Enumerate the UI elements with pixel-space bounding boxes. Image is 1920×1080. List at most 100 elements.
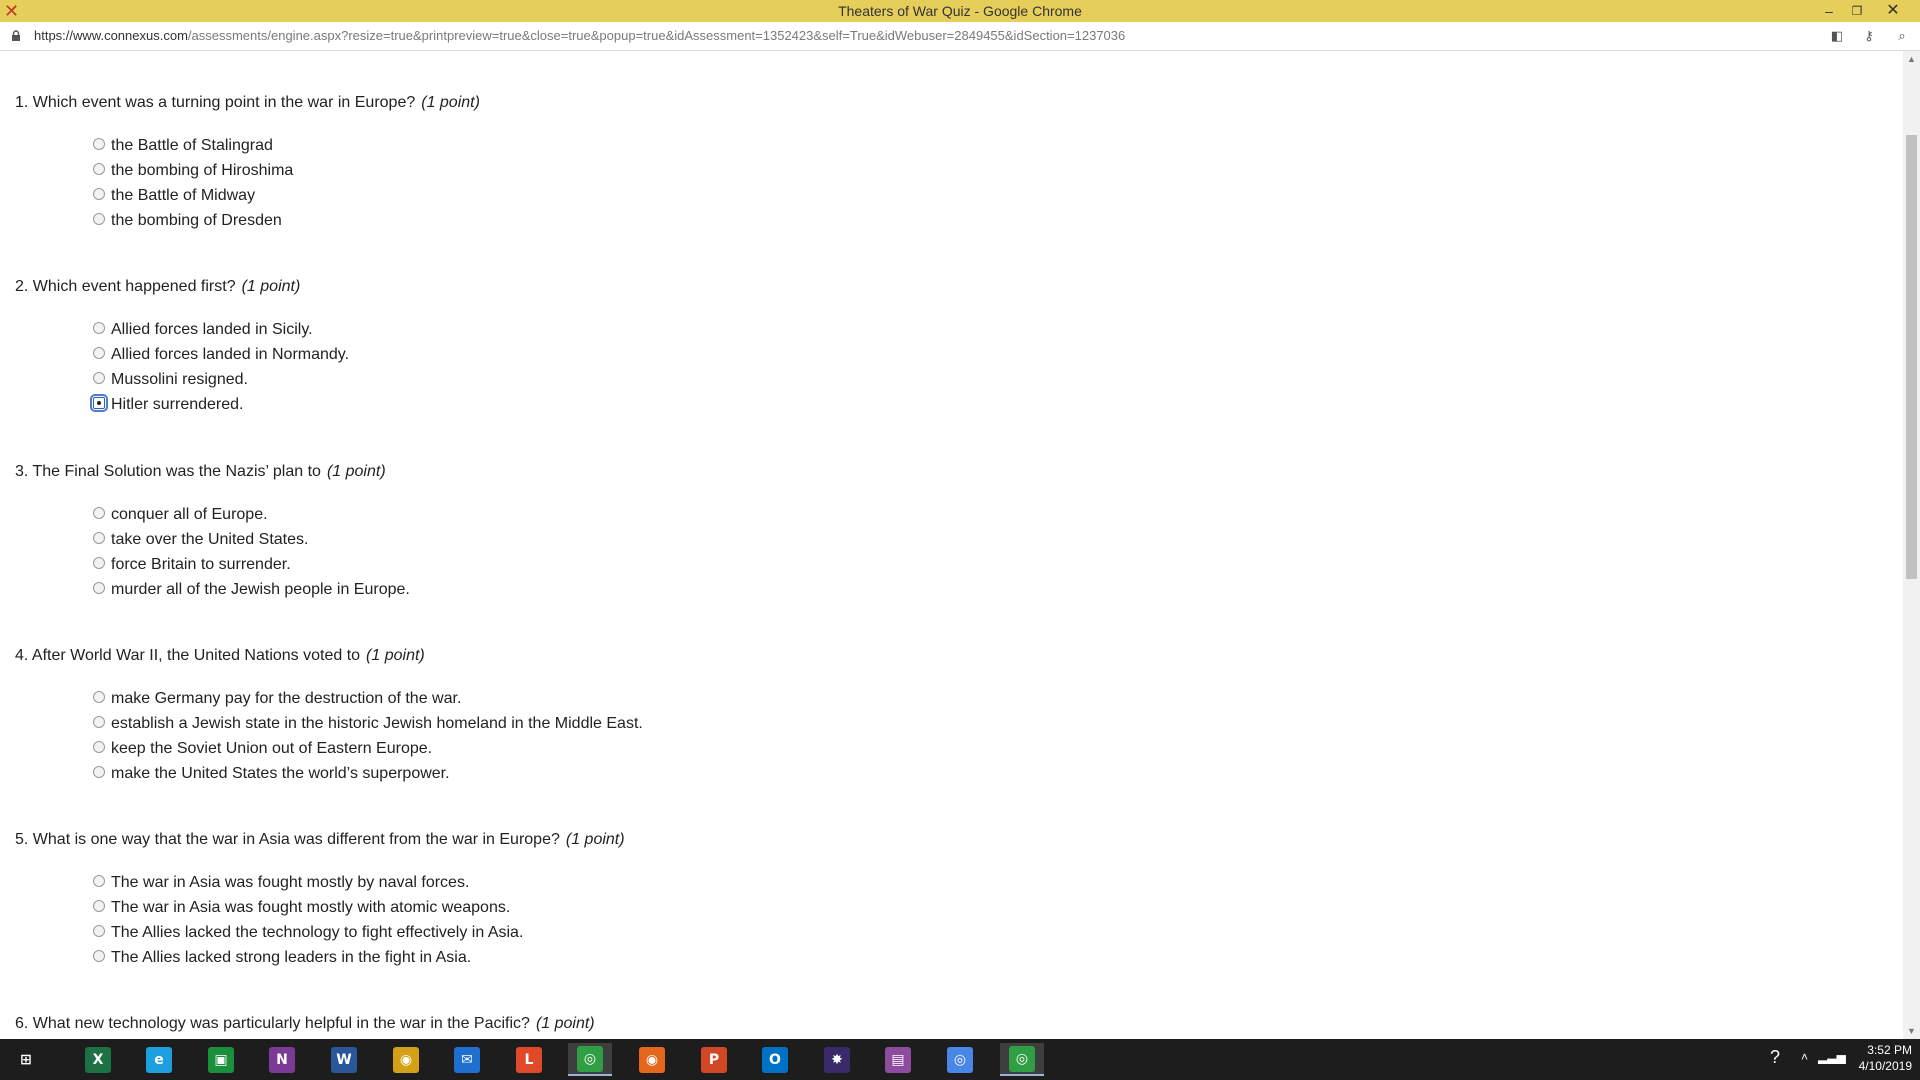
taskbar-store-icon[interactable]: ▣: [199, 1043, 243, 1076]
radio-button[interactable]: [93, 765, 105, 778]
vertical-scrollbar[interactable]: ▲ ▼: [1903, 51, 1920, 1039]
taskbar-chrome-icon[interactable]: ◎: [568, 1043, 612, 1076]
answer-option[interactable]: The Allies lacked strong leaders in the …: [93, 947, 471, 969]
key-icon[interactable]: ⚷: [1860, 28, 1878, 44]
answer-option[interactable]: force Britain to surrender.: [93, 554, 291, 576]
answer-option[interactable]: The war in Asia was fought mostly by nav…: [93, 872, 469, 894]
answer-option[interactable]: Mussolini resigned.: [93, 369, 248, 391]
scroll-down-arrow-icon[interactable]: ▼: [1903, 1023, 1920, 1039]
radio-button[interactable]: [93, 899, 105, 912]
taskbar-onenote-icon[interactable]: N: [260, 1043, 304, 1076]
radio-button[interactable]: [93, 924, 105, 937]
answer-option[interactable]: the bombing of Dresden: [93, 210, 282, 232]
answer-option[interactable]: the Battle of Midway: [93, 185, 255, 207]
help-icon[interactable]: ?: [1762, 1047, 1788, 1071]
blocked-cookie-icon[interactable]: ◧: [1828, 28, 1846, 44]
answer-option[interactable]: the Battle of Stalingrad: [93, 135, 273, 157]
question-points: (1 point): [421, 94, 480, 111]
answer-text: the Battle of Stalingrad: [111, 137, 273, 154]
radio-button[interactable]: [93, 162, 105, 175]
taskbar-excel-icon[interactable]: X: [76, 1043, 120, 1076]
taskbar-word-icon[interactable]: W: [322, 1043, 366, 1076]
answer-option[interactable]: establish a Jewish state in the historic…: [93, 713, 643, 735]
answer-text: force Britain to surrender.: [111, 556, 291, 573]
answer-text: establish a Jewish state in the historic…: [111, 715, 643, 732]
taskbar-calendar-icon[interactable]: ▤: [876, 1043, 920, 1076]
taskbar-chrome-alt-icon[interactable]: ◎: [938, 1043, 982, 1076]
scroll-up-arrow-icon[interactable]: ▲: [1903, 51, 1920, 67]
answer-option[interactable]: take over the United States.: [93, 529, 308, 551]
taskbar: ? ˄ ▂▃▅ 3:52 PM 4/10/2019 ⊞ Xe ▣ N W ◉ ✉ L ◎ ◉ P O ✸…: [0, 1039, 1920, 1080]
question-text: After World War II, the United Nations v…: [31, 647, 361, 664]
question-number: 3.: [15, 463, 29, 480]
radio-button[interactable]: [93, 874, 105, 887]
radio-button[interactable]: [93, 346, 105, 359]
taskbar-outlook-icon[interactable]: O: [753, 1043, 797, 1076]
radio-button[interactable]: [93, 371, 105, 384]
network-icon[interactable]: ▂▃▅: [1818, 1050, 1846, 1064]
answer-text: murder all of the Jewish people in Europ…: [111, 581, 410, 598]
clock-time[interactable]: 3:52 PM: [1850, 1043, 1912, 1057]
taskbar-ucertify-icon[interactable]: L: [507, 1043, 551, 1076]
question-number: 4.: [15, 647, 29, 664]
taskbar-mail-icon[interactable]: ✉: [445, 1043, 489, 1076]
answer-text: make Germany pay for the destruction of …: [111, 690, 462, 707]
question-text: The Final Solution was the Nazis’ plan t…: [32, 463, 321, 480]
answer-option[interactable]: Allied forces landed in Sicily.: [93, 319, 313, 341]
answer-option[interactable]: conquer all of Europe.: [93, 504, 268, 526]
taskbar-start-icon[interactable]: ⊞: [4, 1043, 48, 1076]
taskbar-media-icon[interactable]: ◉: [384, 1043, 428, 1076]
radio-button[interactable]: [93, 187, 105, 200]
radio-button[interactable]: [93, 506, 105, 519]
taskbar-powerpoint-icon[interactable]: P: [692, 1043, 736, 1076]
window-title-bar: ✕ Theaters of War Quiz - Google Chrome –…: [0, 0, 1920, 22]
answer-option[interactable]: Hitler surrendered.: [90, 393, 244, 416]
answer-option[interactable]: Allied forces landed in Normandy.: [93, 344, 349, 366]
answer-option[interactable]: murder all of the Jewish people in Europ…: [93, 579, 410, 601]
radio-button[interactable]: [93, 740, 105, 753]
taskbar-internet-explorer-icon[interactable]: e: [137, 1043, 181, 1076]
answer-option[interactable]: make Germany pay for the destruction of …: [93, 688, 461, 710]
question-points: (1 point): [241, 278, 301, 295]
minimize-button[interactable]: –: [1816, 0, 1842, 22]
paint-icon: ✸: [824, 1046, 850, 1073]
answer-text: make the United States the world’s super…: [111, 765, 450, 782]
radio-button[interactable]: [93, 581, 105, 594]
question-number: 6.: [15, 1015, 29, 1032]
radio-button[interactable]: [93, 556, 105, 569]
close-button[interactable]: ✕: [1880, 0, 1906, 22]
chrome-alt-icon: ◎: [947, 1046, 973, 1073]
restore-button[interactable]: ❐: [1844, 0, 1870, 22]
answer-option[interactable]: The Allies lacked the technology to figh…: [93, 922, 523, 944]
radio-button[interactable]: [93, 690, 105, 703]
radio-button[interactable]: [93, 137, 105, 150]
radio-button[interactable]: [93, 531, 105, 544]
radio-button[interactable]: [93, 715, 105, 728]
question-4: 4. After World War II, the United Nation…: [15, 647, 425, 665]
question-text: Which event happened first?: [32, 278, 236, 295]
question-2: 2. Which event happened first? (1 point): [15, 278, 300, 296]
question-3: 3. The Final Solution was the Nazis’ pla…: [15, 463, 386, 481]
tray-chevron-icon[interactable]: ˄: [1796, 1050, 1808, 1064]
scroll-thumb[interactable]: [1906, 135, 1917, 579]
radio-button[interactable]: [93, 212, 105, 225]
zoom-icon[interactable]: ⌕: [1893, 28, 1911, 44]
question-number: 5.: [15, 831, 29, 848]
clock-date[interactable]: 4/10/2019: [1850, 1059, 1912, 1073]
question-5: 5. What is one way that the war in Asia …: [15, 831, 625, 849]
url-text[interactable]: https://www.connexus.com/assessments/eng…: [34, 22, 1125, 50]
answer-option[interactable]: make the United States the world’s super…: [93, 763, 450, 785]
chrome-icon: ◎: [577, 1045, 603, 1072]
answer-option[interactable]: keep the Soviet Union out of Eastern Eur…: [93, 738, 432, 760]
answer-text: keep the Soviet Union out of Eastern Eur…: [111, 740, 433, 757]
answer-text: the bombing of Dresden: [111, 212, 282, 229]
answer-option[interactable]: The war in Asia was fought mostly with a…: [93, 897, 510, 919]
taskbar-paint-icon[interactable]: ✸: [815, 1043, 859, 1076]
taskbar-chrome-window-icon[interactable]: ◎: [1000, 1043, 1044, 1076]
address-bar[interactable]: https://www.connexus.com/assessments/eng…: [0, 22, 1920, 51]
radio-button[interactable]: [90, 393, 108, 412]
radio-button[interactable]: [93, 949, 105, 962]
radio-button[interactable]: [93, 321, 105, 334]
taskbar-firefox-icon[interactable]: ◉: [630, 1043, 674, 1076]
answer-option[interactable]: the bombing of Hiroshima: [93, 160, 293, 182]
